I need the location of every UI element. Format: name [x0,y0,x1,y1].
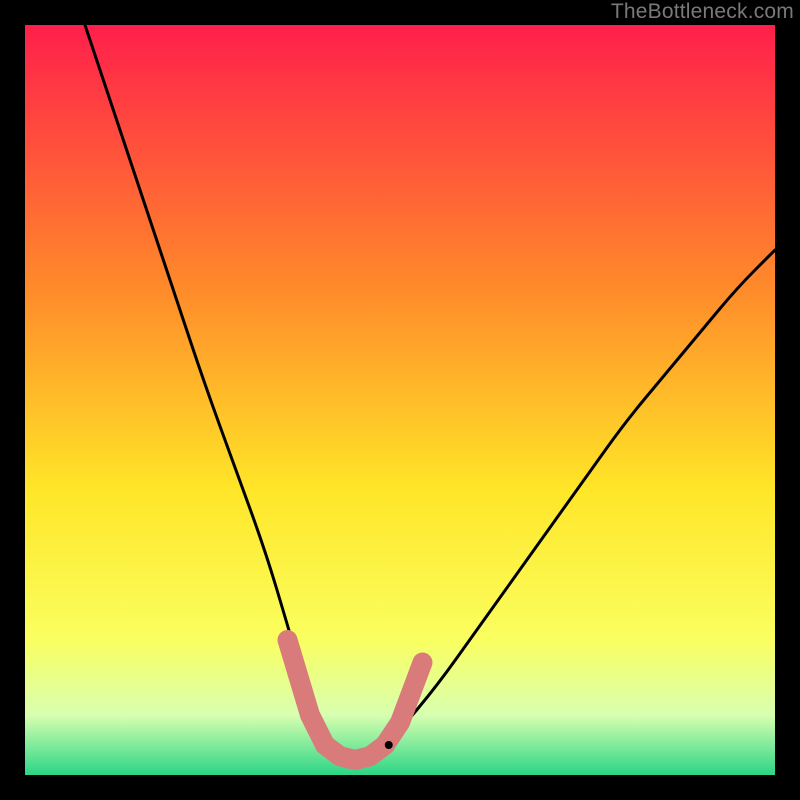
gradient-background [25,25,775,775]
chart-frame [25,25,775,775]
valley-dot [385,741,393,749]
bottleneck-chart [25,25,775,775]
watermark-text: TheBottleneck.com [611,0,794,24]
